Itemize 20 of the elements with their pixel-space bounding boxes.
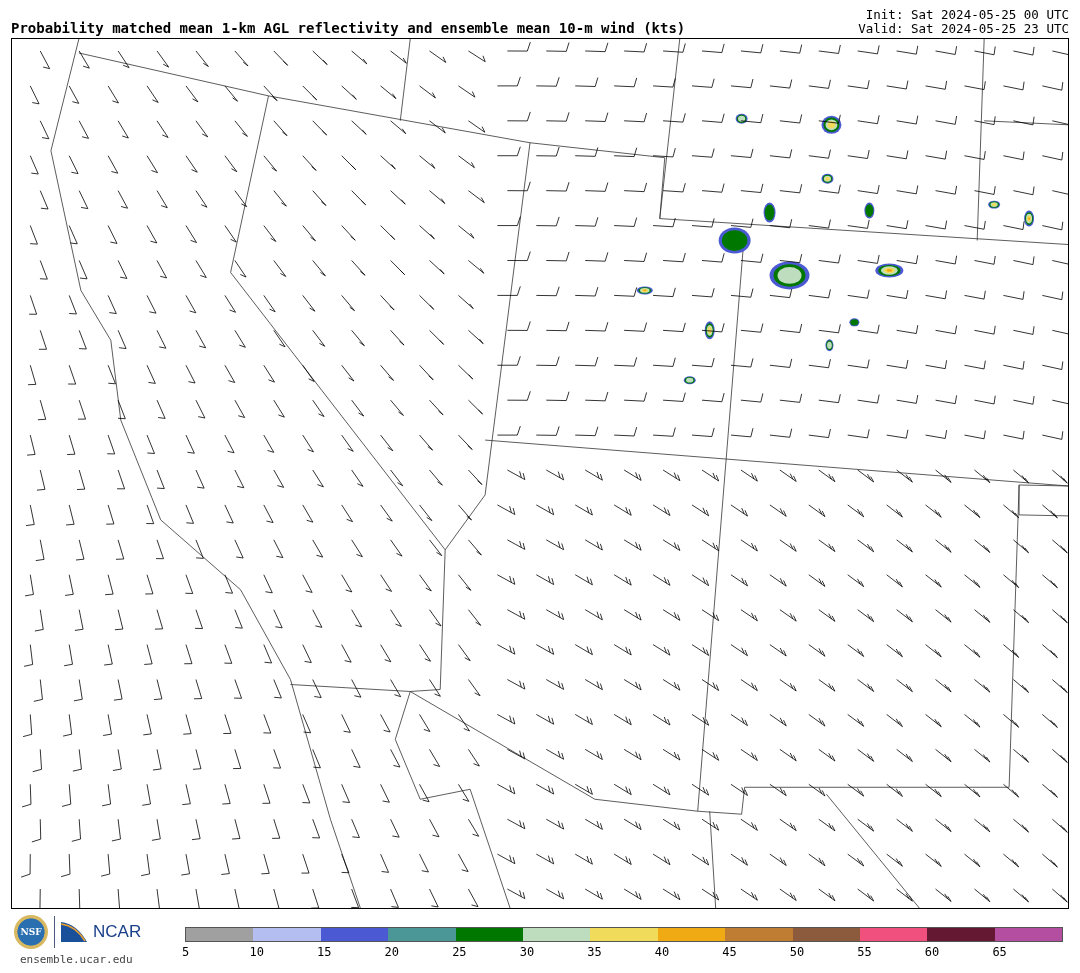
tick-label: 30	[519, 945, 535, 959]
tick-label: 15	[317, 945, 332, 959]
swoosh-icon	[61, 922, 87, 942]
tick-label: 60	[924, 945, 940, 959]
tick-label: 50	[789, 945, 805, 959]
time-label: Valid: Sat 2024-05-25 23 UTC	[858, 22, 1069, 36]
tick-label: 5	[182, 945, 190, 959]
tick-label: 55	[857, 945, 872, 959]
tick-label: 35	[587, 945, 602, 959]
tick-label: 25	[452, 945, 467, 959]
tick-label: 10	[249, 945, 264, 959]
site-url: ensemble.ucar.edu	[20, 953, 133, 966]
seal-logo: NSF	[14, 915, 48, 949]
logo-wordmark: NCAR	[93, 922, 142, 942]
tick-label: 20	[384, 945, 400, 959]
tick-label: 45	[722, 945, 737, 959]
chart-title: Probability matched mean 1-km AGL reflectivity and ensemble mean 10-m wind (kts)	[11, 20, 686, 36]
time-label: Init: Sat 2024-05-25 00 UTC	[865, 8, 1069, 22]
tick-label: 65	[992, 945, 1007, 959]
tick-label: 40	[654, 945, 670, 959]
